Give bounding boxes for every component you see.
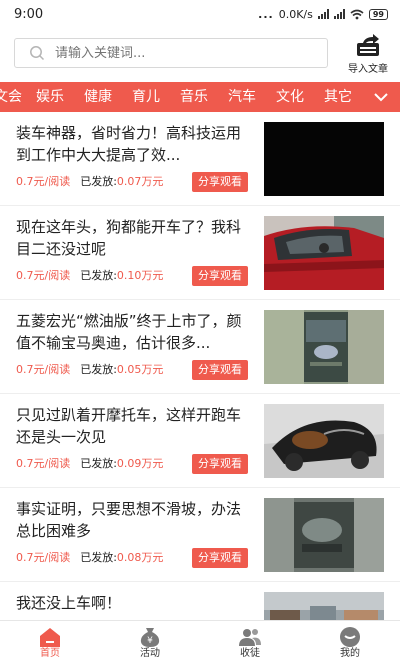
article-issued-value: 0.08万元 [116, 551, 164, 564]
article-thumbnail[interactable] [264, 216, 384, 290]
article-issued-label: 已发放: [80, 551, 117, 564]
article-meta: 0.7元/阅读 已发放: 0.10万元 [16, 267, 163, 283]
signal-icon-2 [333, 9, 345, 19]
status-time: 9:00 [14, 6, 44, 22]
article-thumbnail[interactable] [264, 404, 384, 478]
article-item[interactable]: 事实证明，只要思想不滑坡，办法总比困难多 0.7元/阅读 已发放: 0.08万元… [0, 488, 400, 582]
article-thumbnail[interactable] [264, 122, 384, 196]
people-icon [239, 629, 261, 646]
article-thumbnail[interactable] [264, 310, 384, 384]
category-tab[interactable]: 娱乐 [36, 82, 64, 112]
article-thumbnail[interactable] [264, 498, 384, 572]
article-title[interactable]: 装车神器，省时省力！高科技运用到工作中大大提高了效... [16, 122, 254, 166]
status-bar: 9:00 ... 0.0K/s 99 [0, 0, 400, 28]
share-watch-button[interactable]: 分享观看 [192, 172, 248, 192]
share-watch-button[interactable]: 分享观看 [192, 360, 248, 380]
header: 导入文章 [0, 28, 400, 80]
article-title[interactable]: 现在这年头，狗都能开车了？我科目二还没过呢 [16, 216, 254, 260]
article-meta: 0.7元/阅读 已发放: 0.09万元 [16, 455, 163, 471]
tab-mine-label: 我的 [340, 648, 360, 659]
status-indicators: ... 0.0K/s 99 [258, 8, 388, 21]
category-tab[interactable]: 文会 [0, 82, 22, 112]
article-rate: 0.7元/阅读 [16, 363, 71, 376]
tab-apprentice[interactable]: 收徒 [200, 621, 300, 660]
article-meta: 0.7元/阅读 已发放: 0.08万元 [16, 549, 163, 565]
article-title[interactable]: 只见过趴着开摩托车，这样开跑车还是头一次见 [16, 404, 254, 448]
tab-home[interactable]: 首页 [0, 621, 100, 660]
import-article-button[interactable]: 导入文章 [340, 34, 396, 76]
article-issued-label: 已发放: [80, 269, 117, 282]
tab-mine[interactable]: 我的 [300, 621, 400, 660]
tab-activity[interactable]: ¥ 活动 [100, 621, 200, 660]
status-dots: ... [258, 7, 274, 21]
search-box[interactable] [14, 38, 328, 68]
article-issued-value: 0.10万元 [116, 269, 164, 282]
app-screen: 9:00 ... 0.0K/s 99 请输入关键词... 导入文章 文会 娱乐 … [0, 0, 400, 660]
article-meta: 0.7元/阅读 已发放: 0.07万元 [16, 173, 163, 189]
article-rate: 0.7元/阅读 [16, 551, 71, 564]
network-speed: 0.0K/s [278, 7, 313, 21]
article-thumbnail[interactable] [264, 592, 384, 620]
category-tab[interactable]: 音乐 [180, 82, 208, 112]
article-issued-label: 已发放: [80, 175, 117, 188]
category-bar: 文会 娱乐 健康 育儿 音乐 汽车 文化 其它 [0, 82, 400, 112]
wifi-icon [350, 9, 364, 19]
article-item[interactable]: 五菱宏光“燃油版”终于上市了，颜值不输宝马奥迪，估计很多... 0.7元/阅读 … [0, 300, 400, 394]
tab-activity-label: 活动 [140, 648, 160, 659]
article-item[interactable]: 装车神器，省时省力！高科技运用到工作中大大提高了效... 0.7元/阅读 已发放… [0, 112, 400, 206]
svg-text:¥: ¥ [147, 636, 153, 646]
tab-apprentice-label: 收徒 [240, 648, 260, 659]
profile-icon [340, 627, 360, 647]
article-rate: 0.7元/阅读 [16, 269, 71, 282]
article-meta: 0.7元/阅读 已发放: 0.05万元 [16, 361, 163, 377]
article-rate: 0.7元/阅读 [16, 457, 71, 470]
category-tab[interactable]: 健康 [84, 82, 112, 112]
article-title[interactable]: 我还没上车啊！ [16, 592, 254, 614]
article-item[interactable]: 只见过趴着开摩托车，这样开跑车还是头一次见 0.7元/阅读 已发放: 0.09万… [0, 394, 400, 488]
category-tab[interactable]: 其它 [324, 82, 352, 112]
search-input[interactable] [55, 45, 295, 61]
article-item[interactable]: 我还没上车啊！ [0, 582, 400, 620]
article-issued-label: 已发放: [80, 363, 117, 376]
search-icon [30, 46, 45, 61]
tab-home-label: 首页 [40, 648, 60, 659]
share-watch-button[interactable]: 分享观看 [192, 548, 248, 568]
import-icon [357, 34, 379, 56]
article-issued-value: 0.09万元 [116, 457, 164, 470]
home-icon [40, 628, 60, 647]
article-issued-value: 0.05万元 [116, 363, 164, 376]
battery-icon: 99 [368, 8, 388, 20]
money-bag-icon: ¥ [140, 628, 160, 647]
article-issued-value: 0.07万元 [116, 175, 164, 188]
article-title[interactable]: 事实证明，只要思想不滑坡，办法总比困难多 [16, 498, 254, 542]
share-watch-button[interactable]: 分享观看 [192, 454, 248, 474]
article-item[interactable]: 现在这年头，狗都能开车了？我科目二还没过呢 0.7元/阅读 已发放: 0.10万… [0, 206, 400, 300]
chevron-down-icon[interactable] [370, 87, 392, 107]
category-tab[interactable]: 文化 [276, 82, 304, 112]
share-watch-button[interactable]: 分享观看 [192, 266, 248, 286]
category-tab[interactable]: 汽车 [228, 82, 256, 112]
article-issued-label: 已发放: [80, 457, 117, 470]
article-feed: 装车神器，省时省力！高科技运用到工作中大大提高了效... 0.7元/阅读 已发放… [0, 112, 400, 620]
article-rate: 0.7元/阅读 [16, 175, 71, 188]
bottom-tab-bar: 首页 ¥ 活动 收徒 我的 [0, 620, 400, 660]
category-tab[interactable]: 育儿 [132, 82, 160, 112]
import-article-label: 导入文章 [348, 64, 388, 75]
signal-icon [317, 9, 329, 19]
article-title[interactable]: 五菱宏光“燃油版”终于上市了，颜值不输宝马奥迪，估计很多... [16, 310, 254, 354]
